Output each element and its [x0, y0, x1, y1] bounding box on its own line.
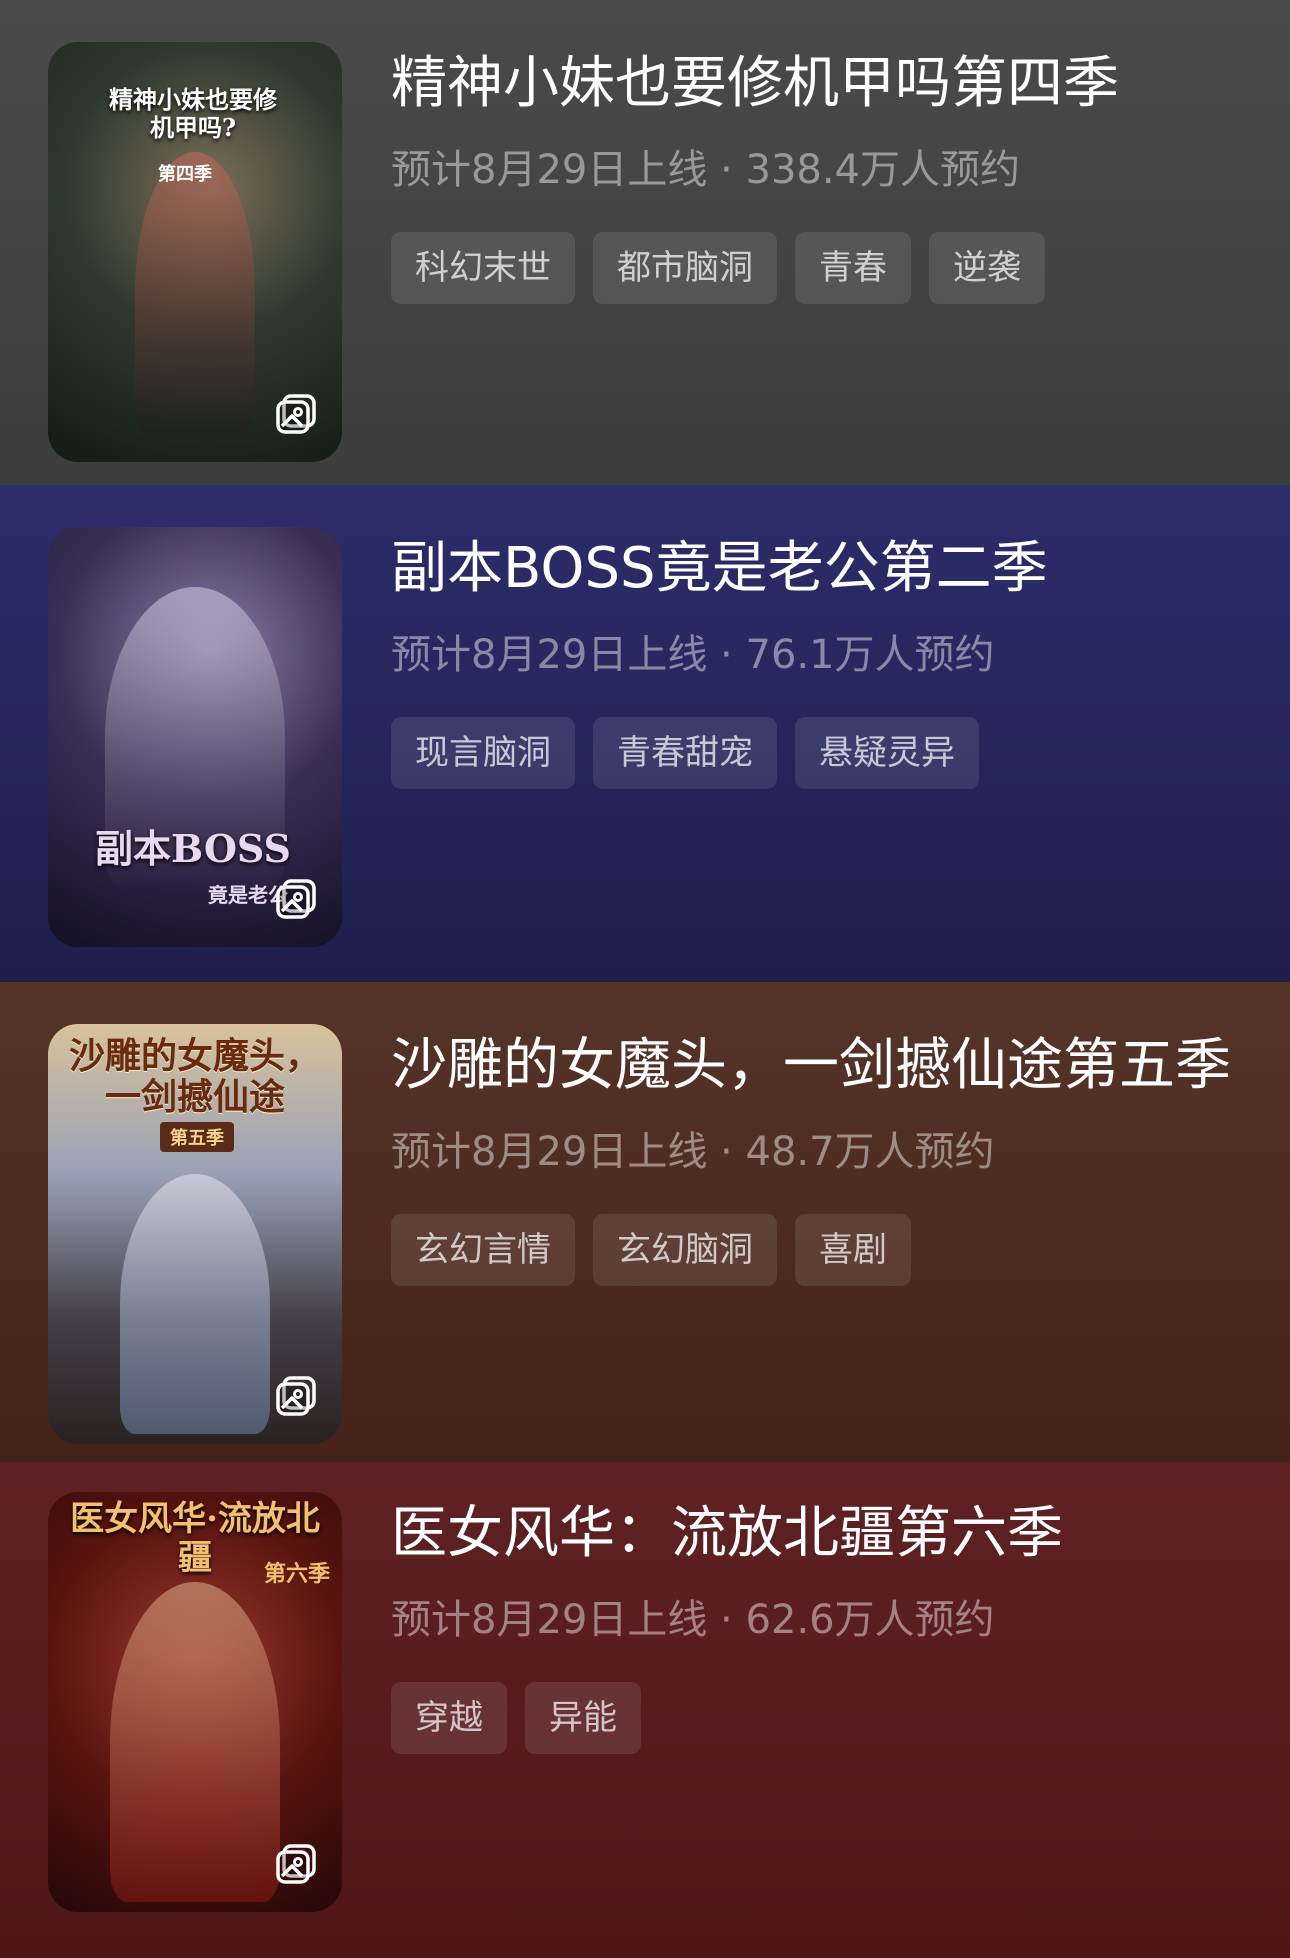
- cover-season: 第六季: [264, 1561, 331, 1587]
- cover-art: [135, 152, 255, 432]
- cover-image[interactable]: 医女风华·流放北疆 第六季: [48, 1492, 342, 1912]
- tag[interactable]: 逆袭: [929, 232, 1045, 304]
- tag[interactable]: 现言脑洞: [391, 717, 575, 789]
- tag[interactable]: 都市脑洞: [593, 232, 777, 304]
- tag-list: 科幻末世 都市脑洞 青春 逆袭: [391, 232, 1250, 304]
- item-title: 医女风华：流放北疆第六季: [391, 1501, 1063, 1566]
- tag[interactable]: 玄幻言情: [391, 1214, 575, 1286]
- tag[interactable]: 穿越: [391, 1682, 507, 1754]
- item-meta: 预计8月29日上线 · 338.4万人预约: [391, 147, 1021, 193]
- item-title: 沙雕的女魔头，一剑撼仙途第五季: [391, 1033, 1231, 1098]
- cover-season: 第五季: [160, 1122, 234, 1152]
- tag[interactable]: 科幻末世: [391, 232, 575, 304]
- item-title: 副本BOSS竟是老公第二季: [391, 536, 1048, 601]
- item-meta: 预计8月29日上线 · 76.1万人预约: [391, 632, 995, 678]
- tag[interactable]: 异能: [525, 1682, 641, 1754]
- tag[interactable]: 玄幻脑洞: [593, 1214, 777, 1286]
- cover-image[interactable]: 精神小妹也要修机甲吗? 第四季: [48, 42, 342, 462]
- list-item[interactable]: 精神小妹也要修机甲吗? 第四季 精神小妹也要修机甲吗第四季 预计8月29日上线 …: [0, 0, 1290, 485]
- tag[interactable]: 悬疑灵异: [795, 717, 979, 789]
- item-info: 沙雕的女魔头，一剑撼仙途第五季 预计8月29日上线 · 48.7万人预约 玄幻言…: [391, 1026, 1250, 1286]
- gallery-icon: [276, 1844, 316, 1884]
- item-info: 精神小妹也要修机甲吗第四季 预计8月29日上线 · 338.4万人预约 科幻末世…: [391, 44, 1250, 304]
- item-info: 副本BOSS竟是老公第二季 预计8月29日上线 · 76.1万人预约 现言脑洞 …: [391, 529, 1250, 789]
- gallery-icon: [276, 1376, 316, 1416]
- tag[interactable]: 青春甜宠: [593, 717, 777, 789]
- item-meta: 预计8月29日上线 · 48.7万人预约: [391, 1129, 995, 1175]
- list-item[interactable]: 副本BOSS 竟是老公 副本BOSS竟是老公第二季 预计8月29日上线 · 76…: [0, 485, 1290, 982]
- item-title: 精神小妹也要修机甲吗第四季: [391, 51, 1119, 116]
- tag-list: 现言脑洞 青春甜宠 悬疑灵异: [391, 717, 1250, 789]
- item-info: 医女风华：流放北疆第六季 预计8月29日上线 · 62.6万人预约 穿越 异能: [391, 1494, 1250, 1754]
- tag-list: 玄幻言情 玄幻脑洞 喜剧: [391, 1214, 1250, 1286]
- cover-image[interactable]: 沙雕的女魔头，一剑撼仙途 第五季: [48, 1024, 342, 1444]
- tag[interactable]: 青春: [795, 232, 911, 304]
- cover-title: 副本BOSS: [95, 826, 291, 871]
- upcoming-list: 精神小妹也要修机甲吗? 第四季 精神小妹也要修机甲吗第四季 预计8月29日上线 …: [0, 0, 1290, 1958]
- tag-list: 穿越 异能: [391, 1682, 1250, 1754]
- gallery-icon: [276, 879, 316, 919]
- tag[interactable]: 喜剧: [795, 1214, 911, 1286]
- cover-title: 精神小妹也要修机甲吗?: [109, 85, 277, 142]
- cover-art: [110, 1582, 280, 1902]
- cover-art: [120, 1174, 270, 1434]
- list-item[interactable]: 医女风华·流放北疆 第六季 医女风华：流放北疆第六季 预计8月29日上线 · 6…: [0, 1462, 1290, 1958]
- cover-season: 第四季: [158, 164, 212, 185]
- cover-title: 沙雕的女魔头，一剑撼仙途: [68, 1035, 321, 1119]
- item-meta: 预计8月29日上线 · 62.6万人预约: [391, 1597, 995, 1643]
- cover-image[interactable]: 副本BOSS 竟是老公: [48, 527, 342, 947]
- list-item[interactable]: 沙雕的女魔头，一剑撼仙途 第五季 沙雕的女魔头，一剑撼仙途第五季 预计8月29日…: [0, 982, 1290, 1462]
- gallery-icon: [276, 394, 316, 434]
